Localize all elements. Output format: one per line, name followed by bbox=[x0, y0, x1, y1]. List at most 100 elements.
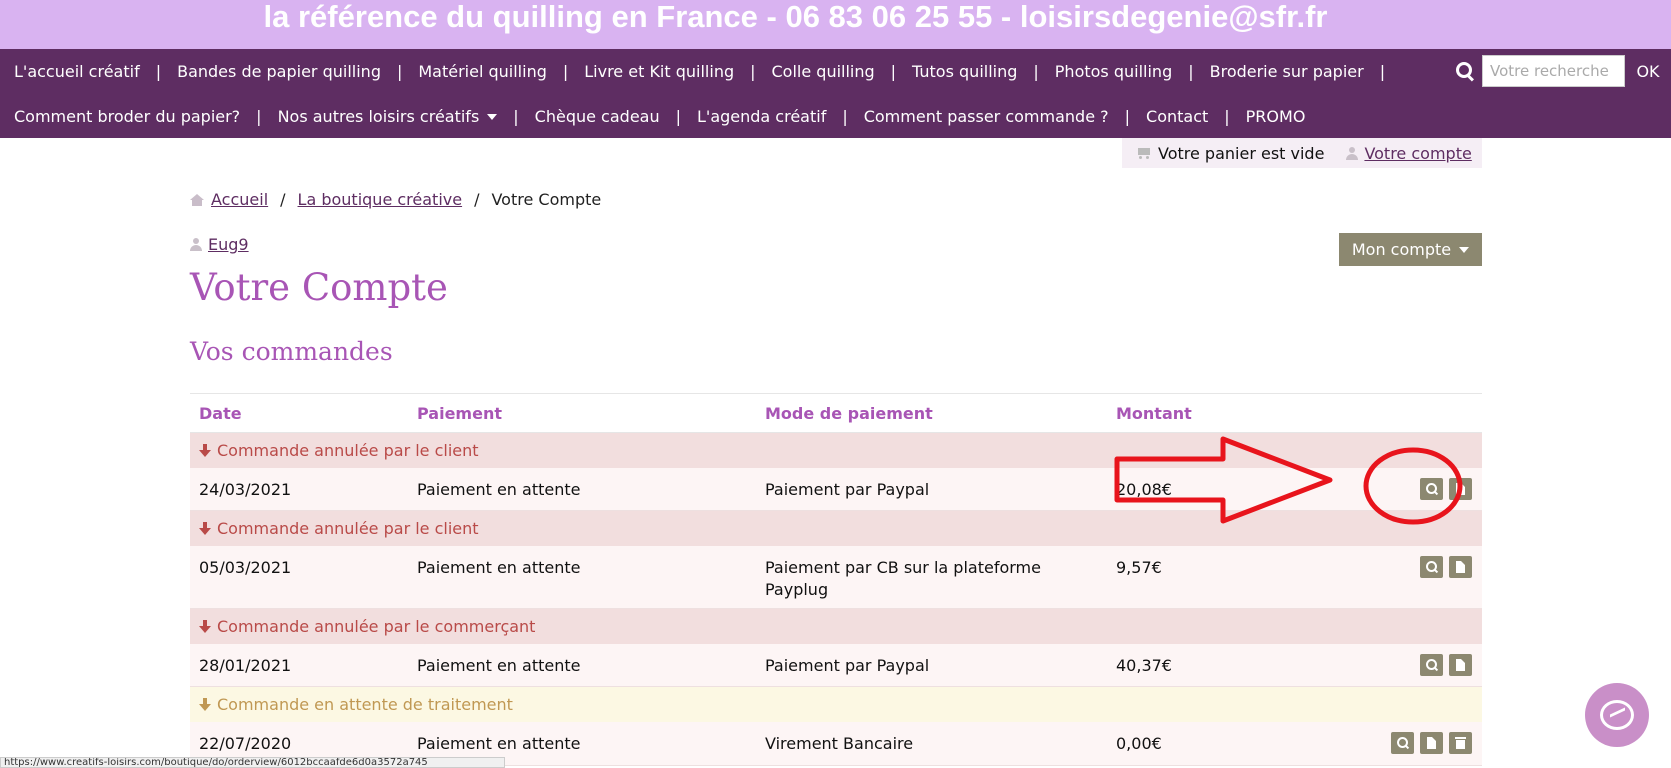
username-link[interactable]: Eug9 bbox=[208, 235, 249, 254]
nav-separator: | bbox=[1033, 61, 1039, 81]
cart-status[interactable]: Votre panier est vide bbox=[1158, 144, 1324, 163]
nav-separator: | bbox=[842, 106, 848, 126]
nav-separator: | bbox=[750, 61, 756, 81]
cart-icon bbox=[1136, 147, 1152, 159]
breadcrumb-separator: / bbox=[474, 190, 480, 209]
order-amount: 20,08€ bbox=[1116, 480, 1172, 499]
order-mode: Paiement par Paypal bbox=[765, 656, 930, 675]
top-banner: la référence du quilling en France - 06 … bbox=[0, 0, 1671, 49]
arrow-down-icon bbox=[199, 620, 211, 633]
invoice-button[interactable] bbox=[1449, 556, 1472, 578]
search-form: OK bbox=[1454, 49, 1671, 93]
order-payment: Paiement en attente bbox=[417, 734, 581, 753]
order-status-row: Commande annulée par le commerçant bbox=[190, 609, 1482, 644]
order-status: Commande annulée par le client bbox=[217, 441, 479, 460]
nav-row-2: Comment broder du papier? | Nos autres l… bbox=[0, 94, 1671, 138]
nav-separator: | bbox=[1379, 61, 1386, 81]
banner-text: la référence du quilling en France - 06 … bbox=[263, 0, 1328, 34]
account-link[interactable]: Votre compte bbox=[1364, 144, 1471, 163]
orders-table: Date Paiement Mode de paiement Montant C… bbox=[190, 393, 1482, 766]
nav-item-tutos[interactable]: Tutos quilling bbox=[912, 62, 1017, 81]
nav-separator: | bbox=[675, 106, 681, 126]
nav-item-autres-loisirs-label: Nos autres loisirs créatifs bbox=[277, 106, 480, 126]
table-row: 28/01/2021 Paiement en attente Paiement … bbox=[190, 644, 1482, 687]
order-payment: Paiement en attente bbox=[417, 558, 581, 577]
search-input[interactable] bbox=[1482, 55, 1625, 87]
table-row: 05/03/2021 Paiement en attente Paiement … bbox=[190, 546, 1482, 609]
invoice-button[interactable] bbox=[1420, 732, 1443, 754]
order-actions bbox=[1420, 478, 1472, 500]
nav-separator: | bbox=[1224, 106, 1230, 126]
nav-item-agenda[interactable]: L'agenda créatif bbox=[697, 107, 826, 126]
order-status-row: Commande annulée par le client bbox=[190, 433, 1482, 468]
nav-item-broder[interactable]: Comment broder du papier? bbox=[14, 107, 240, 126]
nav-item-photos[interactable]: Photos quilling bbox=[1055, 62, 1172, 81]
nav-item-colle[interactable]: Colle quilling bbox=[772, 62, 875, 81]
order-mode: Virement Bancaire bbox=[765, 734, 914, 753]
order-amount: 40,37€ bbox=[1116, 656, 1172, 675]
order-date: 05/03/2021 bbox=[199, 558, 292, 577]
delete-order-button[interactable] bbox=[1449, 732, 1472, 754]
browser-status-bar: https://www.creatifs-loisirs.com/boutiqu… bbox=[0, 757, 505, 768]
view-order-button[interactable] bbox=[1420, 654, 1443, 676]
nav-item-accueil[interactable]: L'accueil créatif bbox=[14, 62, 140, 81]
order-actions bbox=[1391, 732, 1472, 754]
account-menu-label: Mon compte bbox=[1351, 240, 1452, 259]
nav-item-materiel[interactable]: Matériel quilling bbox=[418, 62, 547, 81]
order-payment: Paiement en attente bbox=[417, 656, 581, 675]
nav-separator: | bbox=[155, 61, 162, 81]
header-amount: Montant bbox=[1116, 403, 1192, 423]
nav-item-autres-loisirs[interactable]: Nos autres loisirs créatifs bbox=[278, 107, 498, 126]
page-title: Votre Compte bbox=[190, 266, 448, 309]
order-date: 24/03/2021 bbox=[199, 480, 292, 499]
breadcrumb-home[interactable]: Accueil bbox=[211, 190, 268, 209]
order-status-row: Commande annulée par le client bbox=[190, 511, 1482, 546]
order-mode: Paiement par CB sur la plateforme Payplu… bbox=[765, 558, 1041, 599]
messenger-icon bbox=[1600, 700, 1634, 730]
breadcrumb-shop[interactable]: La boutique créative bbox=[298, 190, 463, 209]
order-amount: 9,57€ bbox=[1116, 558, 1162, 577]
nav-separator: | bbox=[562, 61, 569, 81]
view-order-button[interactable] bbox=[1420, 478, 1443, 500]
view-order-button[interactable] bbox=[1391, 732, 1414, 754]
arrow-down-icon bbox=[199, 444, 211, 457]
nav-item-livre[interactable]: Livre et Kit quilling bbox=[584, 62, 734, 81]
messenger-chat-button[interactable] bbox=[1585, 683, 1649, 747]
cart-bar: Votre panier est vide Votre compte bbox=[1122, 138, 1482, 168]
home-icon bbox=[190, 193, 204, 206]
order-actions bbox=[1420, 654, 1472, 676]
arrow-down-icon bbox=[199, 698, 211, 711]
nav-row-1: L'accueil créatif | Bandes de papier qui… bbox=[0, 49, 1671, 93]
order-mode: Paiement par Paypal bbox=[765, 480, 930, 499]
nav-item-commande[interactable]: Comment passer commande ? bbox=[864, 107, 1109, 126]
nav-item-cheque[interactable]: Chèque cadeau bbox=[535, 107, 660, 126]
nav-separator: | bbox=[1124, 106, 1131, 126]
nav-separator: | bbox=[513, 106, 519, 126]
order-date: 22/07/2020 bbox=[199, 734, 292, 753]
user-info: Eug9 bbox=[190, 235, 249, 254]
nav-item-bandes[interactable]: Bandes de papier quilling bbox=[177, 62, 381, 81]
order-status: Commande annulée par le client bbox=[217, 519, 479, 538]
header-date: Date bbox=[199, 403, 242, 423]
nav-separator: | bbox=[890, 61, 897, 81]
order-status: Commande en attente de traitement bbox=[217, 695, 513, 714]
nav-separator: | bbox=[396, 61, 403, 81]
search-icon[interactable] bbox=[1454, 60, 1476, 82]
nav-item-broderie[interactable]: Broderie sur papier bbox=[1210, 62, 1364, 81]
user-icon bbox=[1346, 146, 1359, 160]
nav-item-promo[interactable]: PROMO bbox=[1246, 107, 1306, 126]
view-order-button[interactable] bbox=[1420, 556, 1443, 578]
arrow-down-icon bbox=[199, 522, 211, 535]
nav-item-contact[interactable]: Contact bbox=[1146, 107, 1208, 126]
order-amount: 0,00€ bbox=[1116, 734, 1162, 753]
breadcrumb: Accueil / La boutique créative / Votre C… bbox=[190, 190, 601, 209]
invoice-button[interactable] bbox=[1449, 478, 1472, 500]
search-ok-button[interactable]: OK bbox=[1625, 62, 1671, 81]
header-mode: Mode de paiement bbox=[765, 403, 933, 423]
caret-down-icon bbox=[487, 114, 498, 120]
invoice-button[interactable] bbox=[1449, 654, 1472, 676]
account-menu-button[interactable]: Mon compte bbox=[1339, 233, 1482, 266]
section-title: Vos commandes bbox=[190, 337, 393, 366]
order-payment: Paiement en attente bbox=[417, 480, 581, 499]
table-row: 24/03/2021 Paiement en attente Paiement … bbox=[190, 468, 1482, 511]
